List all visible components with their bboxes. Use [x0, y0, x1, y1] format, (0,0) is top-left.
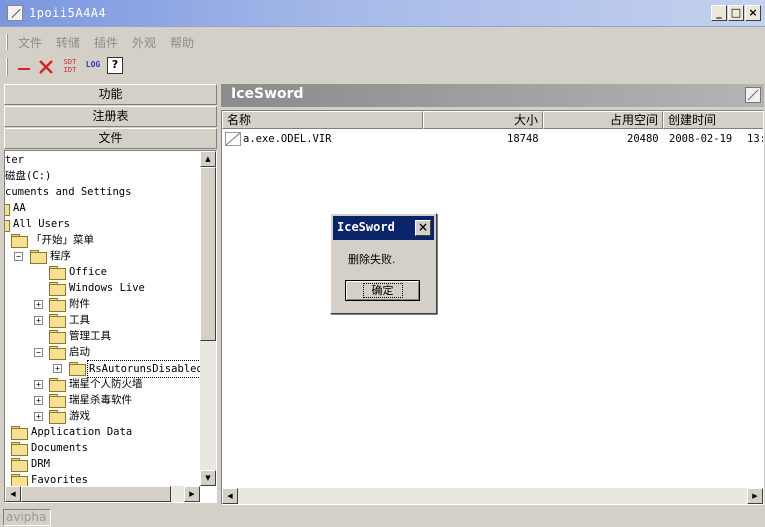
file-tree[interactable]: ter 磁盘(C:) cuments and Settings AA All U…	[4, 150, 217, 503]
column-header-name[interactable]: 名称	[222, 111, 423, 129]
maximize-button[interactable]: □	[728, 5, 744, 21]
function-button[interactable]: 功能	[4, 84, 217, 105]
window-title: 1poii5A4A4	[29, 6, 107, 20]
menu-appearance[interactable]: 外观	[132, 34, 156, 51]
scroll-left-icon[interactable]: ◀	[222, 488, 238, 504]
ok-button[interactable]: 确定	[345, 280, 420, 301]
folder-icon	[11, 234, 28, 248]
column-header-size[interactable]: 大小	[423, 111, 543, 129]
ok-label: 确定	[362, 283, 403, 298]
folder-open-icon	[69, 362, 86, 376]
status-bar: avipha	[0, 507, 765, 527]
file-list[interactable]: 名称 大小 占用空间 创建时间 a.exe.ODEL.VIR 18748 204…	[221, 110, 764, 505]
folder-icon	[49, 266, 66, 280]
folder-icon	[30, 250, 47, 264]
file-icon	[225, 132, 241, 146]
file-allocated: 20480	[627, 133, 659, 145]
tree-horizontal-scrollbar[interactable]: ◀ ▶	[5, 486, 200, 502]
collapse-icon[interactable]: −	[14, 252, 23, 261]
dialog-title-bar: IceSword ×	[333, 216, 434, 240]
expand-icon[interactable]: +	[34, 380, 43, 389]
folder-icon	[11, 458, 28, 472]
file-button[interactable]: 文件	[4, 128, 217, 149]
registry-button[interactable]: 注册表	[4, 106, 217, 127]
title-bar: 1poii5A4A4 _ □ ×	[0, 0, 765, 27]
status-text: avipha	[3, 509, 51, 526]
idt-label: IDT	[63, 66, 77, 74]
menu-plugins[interactable]: 插件	[94, 34, 118, 51]
file-date: 2008-02-19	[669, 133, 733, 145]
dialog-message: 删除失败.	[348, 253, 396, 266]
menu-bar: 文件 转储 插件 外观 帮助	[0, 28, 765, 54]
folder-icon	[49, 298, 66, 312]
help-icon[interactable]: ?	[107, 57, 123, 74]
folder-icon	[49, 410, 66, 424]
expand-icon[interactable]: +	[53, 364, 62, 373]
expand-icon[interactable]: +	[34, 300, 43, 309]
minimize-button[interactable]: _	[711, 5, 727, 21]
column-header-allocated[interactable]: 占用空间	[543, 111, 663, 129]
scroll-up-icon[interactable]: ▲	[200, 151, 216, 167]
menu-dump[interactable]: 转储	[56, 34, 80, 51]
minus-icon[interactable]	[14, 57, 34, 77]
file-name: a.exe.ODEL.VIR	[243, 133, 332, 145]
dialog-close-button[interactable]: ×	[415, 220, 431, 236]
menu-file[interactable]: 文件	[18, 34, 42, 51]
file-time: 13:	[747, 133, 763, 145]
expand-icon[interactable]: +	[34, 396, 43, 405]
folder-icon	[11, 442, 28, 456]
scroll-right-icon[interactable]: ▶	[747, 488, 763, 504]
error-dialog: IceSword × 删除失败. 确定	[330, 213, 437, 314]
folder-icon	[49, 346, 66, 360]
dialog-title: IceSword	[337, 220, 395, 234]
panel-header: IceSword	[221, 84, 764, 107]
menu-grip	[6, 34, 8, 50]
folder-icon	[11, 474, 28, 488]
tree-vertical-scrollbar[interactable]: ▲ ▼	[200, 151, 216, 486]
app-icon	[7, 5, 23, 21]
folder-icon	[5, 202, 10, 216]
folder-icon	[5, 218, 10, 232]
menu-help[interactable]: 帮助	[170, 34, 194, 51]
close-button[interactable]: ×	[745, 5, 761, 21]
close-x-icon[interactable]	[36, 57, 56, 77]
folder-icon	[49, 314, 66, 328]
scroll-left-icon[interactable]: ◀	[5, 486, 21, 502]
list-horizontal-scrollbar[interactable]: ◀ ▶	[222, 488, 763, 504]
log-button[interactable]: LOG	[83, 60, 103, 80]
folder-icon	[49, 394, 66, 408]
scroll-thumb[interactable]	[200, 167, 216, 341]
collapse-icon[interactable]: −	[34, 348, 43, 357]
sdt-label: SDT	[63, 58, 77, 66]
column-header-created[interactable]: 创建时间	[663, 111, 763, 129]
sdt-idt-button[interactable]: SDT IDT	[60, 58, 80, 78]
panel-title: IceSword	[231, 86, 304, 102]
folder-icon	[11, 426, 28, 440]
scroll-right-icon[interactable]: ▶	[184, 486, 200, 502]
scroll-thumb[interactable]	[21, 486, 171, 502]
panel-icon	[745, 87, 761, 103]
expand-icon[interactable]: +	[34, 316, 43, 325]
toolbar: SDT IDT LOG ?	[0, 54, 765, 80]
folder-icon	[49, 330, 66, 344]
scroll-down-icon[interactable]: ▼	[200, 470, 216, 486]
file-size: 18748	[507, 133, 539, 145]
expand-icon[interactable]: +	[34, 412, 43, 421]
folder-icon	[49, 378, 66, 392]
toolbar-grip	[6, 58, 8, 76]
folder-icon	[49, 282, 66, 296]
